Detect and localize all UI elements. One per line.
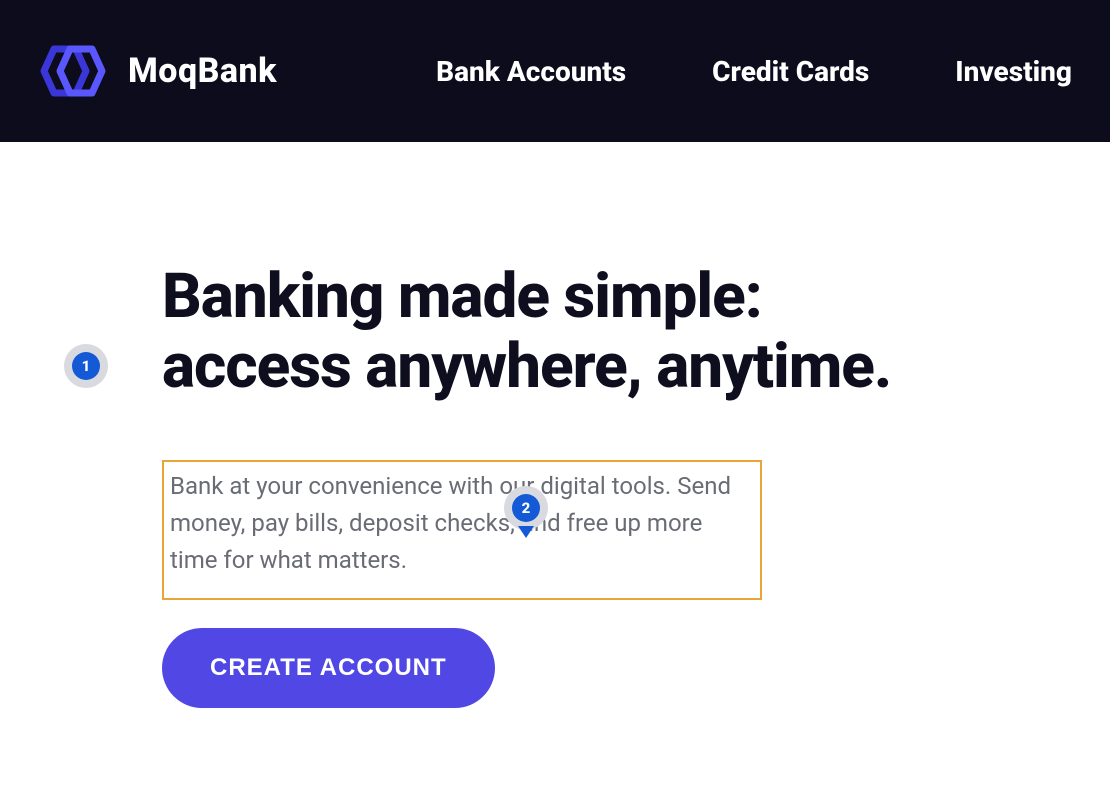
annotation-marker-1-number: 1 (72, 352, 100, 380)
annotation-marker-1: 1 (64, 344, 108, 388)
hero-headline: Banking made simple: access anywhere, an… (162, 262, 940, 402)
annotation-marker-2-tail-icon (518, 526, 534, 538)
hero-subhead: Bank at your convenience with our digita… (170, 468, 752, 580)
brand-logo[interactable]: MoqBank (38, 43, 277, 99)
hero-section: Banking made simple: access anywhere, an… (0, 142, 940, 708)
page-root: MoqBank Bank Accounts Credit Cards Inves… (0, 0, 1110, 796)
nav-bank-accounts[interactable]: Bank Accounts (436, 55, 626, 88)
nav-credit-cards[interactable]: Credit Cards (712, 55, 869, 88)
hero-subhead-highlight: Bank at your convenience with our digita… (162, 460, 762, 600)
brand-logo-icon (38, 43, 112, 99)
brand-name: MoqBank (128, 51, 277, 91)
nav-investing[interactable]: Investing (955, 55, 1072, 88)
annotation-marker-2: 2 (504, 486, 548, 530)
site-header: MoqBank Bank Accounts Credit Cards Inves… (0, 0, 1110, 142)
primary-nav: Bank Accounts Credit Cards Investing (436, 55, 1072, 88)
annotation-marker-2-number: 2 (512, 494, 540, 522)
create-account-button[interactable]: CREATE ACCOUNT (162, 628, 495, 708)
